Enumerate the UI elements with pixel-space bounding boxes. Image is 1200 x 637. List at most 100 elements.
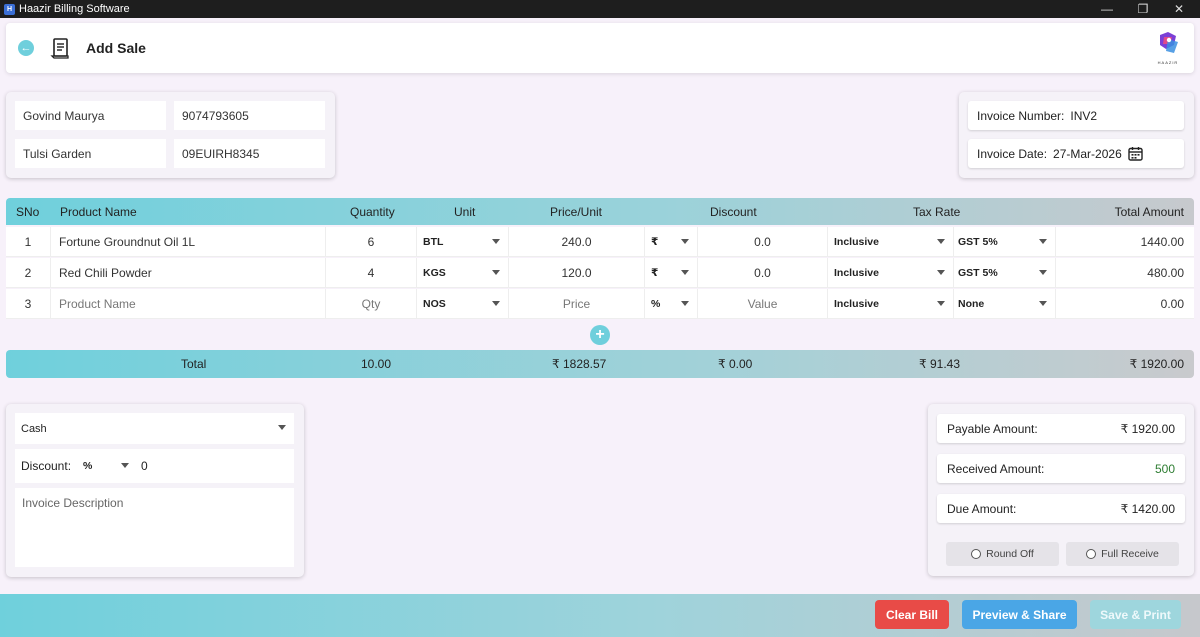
- preview-share-button[interactable]: Preview & Share: [962, 600, 1077, 629]
- unit-select[interactable]: BTL: [417, 227, 509, 257]
- quantity-input[interactable]: Qty: [326, 289, 417, 319]
- tax-rate-select[interactable]: GST 5%: [954, 227, 1056, 257]
- received-amount-row: Received Amount: 500: [937, 454, 1185, 483]
- bill-discount-type-value: %: [83, 460, 93, 472]
- discount-input[interactable]: 0.0: [698, 227, 828, 257]
- full-receive-label: Full Receive: [1101, 548, 1159, 560]
- back-arrow-icon[interactable]: ←: [18, 40, 34, 56]
- bill-discount-type-select[interactable]: %: [83, 456, 131, 476]
- table-row: 2 Red Chili Powder 4 KGS 120.0 ₹ 0.0 Inc…: [6, 258, 1194, 288]
- calendar-icon[interactable]: [1128, 146, 1143, 161]
- product-name-input[interactable]: Red Chili Powder: [51, 258, 326, 288]
- invoice-date-field[interactable]: Invoice Date: 27-Mar-2026: [968, 139, 1184, 168]
- footer-bar: Clear Bill Preview & Share Save & Print: [0, 594, 1200, 637]
- chevron-down-icon: [1039, 239, 1047, 244]
- product-name-input[interactable]: Fortune Groundnut Oil 1L: [51, 227, 326, 257]
- customer-name-field[interactable]: Govind Maurya: [15, 101, 166, 130]
- unit-value: NOS: [423, 298, 446, 310]
- row-sno: 1: [6, 227, 51, 257]
- col-total-amount: Total Amount: [1114, 205, 1184, 219]
- col-quantity: Quantity: [350, 205, 395, 219]
- quantity-input[interactable]: 4: [326, 258, 417, 288]
- total-price: ₹ 1828.57: [552, 357, 607, 371]
- invoice-description-input[interactable]: Invoice Description: [15, 488, 294, 567]
- invoice-card: Invoice Number: INV2 Invoice Date: 27-Ma…: [959, 92, 1194, 178]
- page-header: ← Add Sale HAAZIR: [6, 23, 1194, 73]
- invoice-number-value: INV2: [1070, 108, 1098, 123]
- discount-type-select[interactable]: %: [645, 289, 698, 319]
- tax-rate-select[interactable]: GST 5%: [954, 258, 1056, 288]
- discount-type-select[interactable]: ₹: [645, 227, 698, 257]
- customer-phone-field[interactable]: 9074793605: [174, 101, 325, 130]
- tax-rate-select[interactable]: None: [954, 289, 1056, 319]
- round-off-button[interactable]: Round Off: [946, 542, 1059, 566]
- tax-mode-select[interactable]: Inclusive: [828, 289, 954, 319]
- unit-select[interactable]: KGS: [417, 258, 509, 288]
- window-title: Haazir Billing Software: [19, 3, 130, 15]
- total-discount: ₹ 0.00: [718, 357, 753, 371]
- unit-value: KGS: [423, 267, 446, 279]
- tax-mode-select[interactable]: Inclusive: [828, 258, 954, 288]
- tax-rate-value: None: [958, 298, 985, 310]
- save-print-button[interactable]: Save & Print: [1090, 600, 1181, 629]
- price-input[interactable]: Price: [509, 289, 645, 319]
- tax-mode-value: Inclusive: [834, 267, 879, 279]
- payable-amount-label: Payable Amount:: [947, 421, 1038, 436]
- payment-card: Cash Discount: % 0 Invoice Description: [6, 404, 304, 577]
- price-input[interactable]: 120.0: [509, 258, 645, 288]
- chevron-down-icon: [278, 425, 286, 430]
- customer-gstin-field[interactable]: 09EUIRH8345: [174, 139, 325, 168]
- chevron-down-icon: [1039, 301, 1047, 306]
- customer-address-field[interactable]: Tulsi Garden: [15, 139, 166, 168]
- chevron-down-icon: [937, 301, 945, 306]
- add-row-plus-icon[interactable]: +: [590, 325, 610, 345]
- totals-bar: Total 10.00 ₹ 1828.57 ₹ 0.00 ₹ 91.43 ₹ 1…: [6, 350, 1194, 378]
- chevron-down-icon: [1039, 270, 1047, 275]
- total-quantity: 10.00: [361, 357, 392, 371]
- bill-discount-row: Discount: % 0: [15, 449, 294, 483]
- table-row: 3 Product Name Qty NOS Price % Value Inc…: [6, 289, 1194, 319]
- payment-mode-select[interactable]: Cash: [15, 413, 294, 444]
- total-amount: ₹ 1920.00: [1129, 357, 1184, 371]
- discount-type-value: %: [651, 298, 661, 310]
- product-name-input[interactable]: Product Name: [51, 289, 326, 319]
- bill-discount-label: Discount:: [21, 459, 72, 473]
- unit-value: BTL: [423, 236, 444, 248]
- minimize-button[interactable]: —: [1090, 0, 1124, 18]
- tax-mode-value: Inclusive: [834, 236, 879, 248]
- items-table-header: SNo Product Name Quantity Unit Price/Uni…: [6, 198, 1194, 225]
- row-total-amount: 0.00: [1160, 297, 1184, 311]
- discount-input[interactable]: 0.0: [698, 258, 828, 288]
- tax-rate-value: GST 5%: [958, 267, 998, 279]
- round-off-label: Round Off: [986, 548, 1034, 560]
- total-tax: ₹ 91.43: [919, 357, 960, 371]
- radio-circle-icon: [1086, 549, 1097, 559]
- app-icon: H: [4, 3, 15, 15]
- bill-discount-input[interactable]: 0: [141, 459, 148, 473]
- row-total-amount: 480.00: [1147, 266, 1184, 280]
- chevron-down-icon: [937, 270, 945, 275]
- close-button[interactable]: ✕: [1162, 0, 1196, 18]
- discount-input[interactable]: Value: [698, 289, 828, 319]
- col-sno: SNo: [16, 205, 40, 219]
- due-amount-value: ₹ 1420.00: [1120, 501, 1175, 516]
- row-sno: 3: [6, 289, 51, 319]
- logo-text: HAAZIR: [1157, 60, 1179, 65]
- chevron-down-icon: [121, 463, 130, 468]
- row-total-amount: 1440.00: [1140, 235, 1184, 249]
- clear-bill-button[interactable]: Clear Bill: [875, 600, 949, 629]
- full-receive-button[interactable]: Full Receive: [1066, 542, 1179, 566]
- row-sno: 2: [6, 258, 51, 288]
- invoice-number-field[interactable]: Invoice Number: INV2: [968, 101, 1184, 130]
- col-discount: Discount: [710, 205, 757, 219]
- price-input[interactable]: 240.0: [509, 227, 645, 257]
- chevron-down-icon: [492, 301, 500, 306]
- discount-type-select[interactable]: ₹: [645, 258, 698, 288]
- received-amount-input[interactable]: 500: [1155, 462, 1175, 476]
- tax-mode-select[interactable]: Inclusive: [828, 227, 954, 257]
- chevron-down-icon: [681, 301, 689, 306]
- maximize-button[interactable]: ❐: [1126, 0, 1160, 18]
- quantity-input[interactable]: 6: [326, 227, 417, 257]
- invoice-number-label: Invoice Number:: [977, 108, 1065, 123]
- unit-select[interactable]: NOS: [417, 289, 509, 319]
